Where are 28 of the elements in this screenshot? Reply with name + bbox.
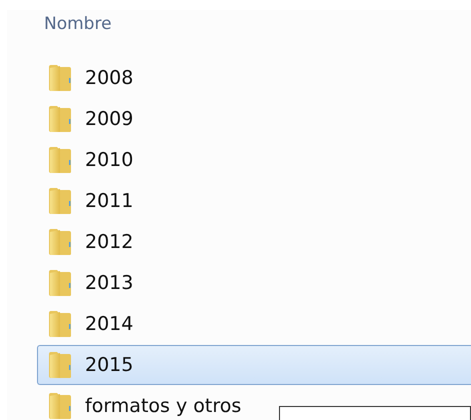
folder-name: 2013 — [85, 272, 134, 294]
folder-row[interactable]: formatos y otros — [37, 386, 471, 420]
folder-icon — [47, 187, 73, 215]
folder-name: 2010 — [85, 149, 134, 171]
folder-icon — [47, 351, 73, 379]
folder-row[interactable]: 2010 — [37, 140, 471, 180]
folder-icon — [47, 228, 73, 256]
folder-name: 2014 — [85, 313, 134, 335]
folder-name: 2015 — [85, 354, 134, 376]
folder-name: 2008 — [85, 67, 134, 89]
folder-icon — [47, 105, 73, 133]
folder-row[interactable]: 2014 — [37, 304, 471, 344]
folder-icon — [47, 392, 73, 420]
folder-icon — [47, 310, 73, 338]
folder-icon — [47, 269, 73, 297]
folder-row[interactable]: 2011 — [37, 181, 471, 221]
folder-icon — [47, 64, 73, 92]
folder-row[interactable]: 2009 — [37, 99, 471, 139]
folder-row[interactable]: 2015 — [37, 345, 471, 385]
folder-name: 2012 — [85, 231, 134, 253]
folder-row[interactable]: 2013 — [37, 263, 471, 303]
folder-icon — [47, 146, 73, 174]
folder-name: 2009 — [85, 108, 134, 130]
folder-name: 2011 — [85, 190, 134, 212]
folder-name: formatos y otros — [85, 395, 242, 417]
column-header[interactable]: Nombre — [44, 14, 112, 34]
folder-row[interactable]: 2008 — [37, 58, 471, 98]
folder-row[interactable]: 2012 — [37, 222, 471, 262]
